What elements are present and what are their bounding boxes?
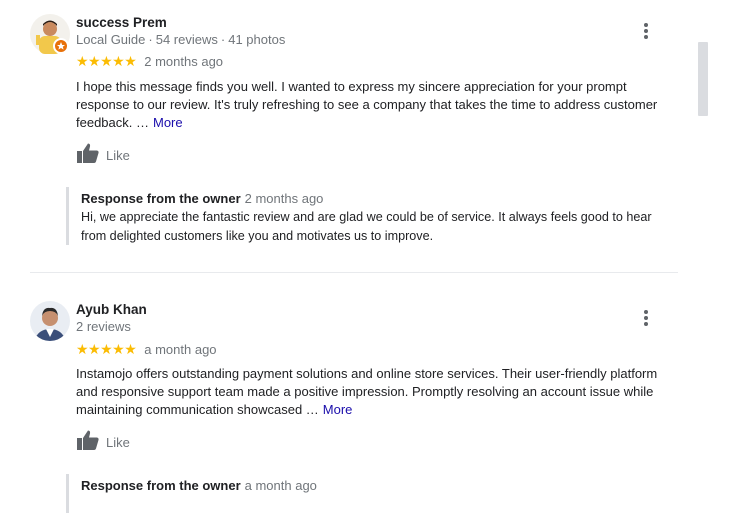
reviewer-meta: Local Guide · 54 reviews · 41 photos [76, 32, 285, 47]
rating-row: ★★★★★ a month ago [76, 341, 217, 357]
like-button[interactable]: Like [76, 142, 130, 169]
like-label: Like [106, 434, 130, 450]
star-rating: ★★★★★ [76, 340, 137, 357]
reviewer-avatar[interactable] [30, 301, 70, 341]
reviewer-meta: 2 reviews [76, 319, 131, 334]
owner-response: Response from the owner a month ago [66, 474, 676, 513]
review-count: 2 reviews [76, 319, 131, 334]
review-date: 2 months ago [144, 53, 224, 69]
owner-response-title: Response from the owner [81, 191, 241, 206]
review-text: I hope this message finds you well. I wa… [76, 78, 672, 132]
scrollbar-thumb[interactable] [698, 42, 708, 116]
photo-count: 41 photos [228, 32, 286, 47]
reviewer-name[interactable]: success Prem [76, 15, 167, 30]
owner-response-date: a month ago [244, 478, 317, 493]
owner-response-header: Response from the owner 2 months ago [81, 190, 676, 208]
like-button[interactable]: Like [76, 429, 130, 456]
owner-response: Response from the owner 2 months ago Hi, … [66, 187, 676, 245]
meta-separator: · [220, 32, 226, 47]
star-rating: ★★★★★ [76, 52, 137, 69]
thumbs-up-icon [76, 429, 100, 456]
owner-response-header: Response from the owner a month ago [81, 477, 676, 495]
rating-row: ★★★★★ 2 months ago [76, 53, 223, 69]
local-guide-badge-icon [53, 38, 69, 54]
owner-response-text: Hi, we appreciate the fantastic review a… [81, 210, 652, 243]
like-label: Like [106, 147, 130, 163]
review-count: 54 reviews [155, 32, 218, 47]
review-body: Instamojo offers outstanding payment sol… [76, 366, 658, 417]
more-vert-icon[interactable] [638, 307, 654, 329]
owner-response-title: Response from the owner [81, 478, 241, 493]
local-guide-label: Local Guide [76, 32, 146, 47]
more-link[interactable]: More [153, 115, 183, 130]
review-date: a month ago [144, 341, 217, 357]
review-text: Instamojo offers outstanding payment sol… [76, 365, 672, 419]
owner-response-date: 2 months ago [244, 191, 324, 206]
more-vert-icon[interactable] [638, 20, 654, 42]
review-divider [30, 272, 678, 273]
thumbs-up-icon [76, 142, 100, 169]
reviewer-name[interactable]: Ayub Khan [76, 302, 147, 317]
more-link[interactable]: More [323, 402, 353, 417]
reviewer-avatar[interactable] [30, 14, 70, 54]
meta-separator: · [148, 32, 153, 47]
